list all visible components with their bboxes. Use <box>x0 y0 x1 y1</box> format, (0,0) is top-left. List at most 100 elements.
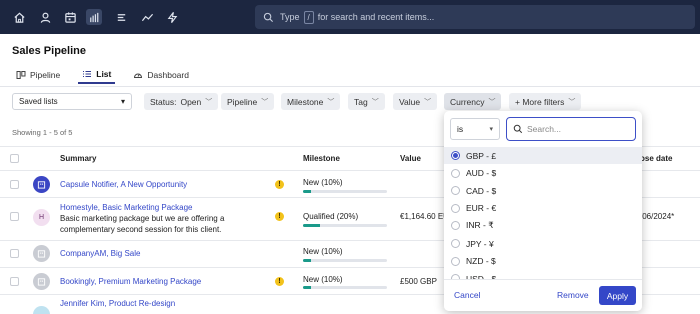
currency-search-input[interactable]: Search... <box>506 117 636 141</box>
milestone-filter[interactable]: Milestone ﹀ <box>281 93 341 110</box>
tag-filter-label: Tag <box>354 96 368 107</box>
currency-option-label: INR - ₹ <box>466 220 494 231</box>
column-header-value[interactable]: Value <box>400 154 421 163</box>
company-icon <box>37 278 46 286</box>
radio-button[interactable] <box>451 203 460 213</box>
opportunity-link[interactable]: Homestyle, Basic Marketing Package <box>60 203 193 212</box>
warning-icon[interactable]: ! <box>275 277 284 286</box>
select-all-checkbox[interactable] <box>10 154 19 163</box>
currency-option[interactable]: INR - ₹ <box>444 217 642 234</box>
pipeline-filter-label: Pipeline <box>227 96 258 107</box>
radio-button[interactable] <box>451 186 460 196</box>
warning-icon[interactable]: ! <box>275 180 284 189</box>
status-filter-value: Open <box>180 96 202 107</box>
currency-filter-dropdown: is ▾ Search... GBP - £ AUD - $ CAD - $ EUR … <box>444 111 642 311</box>
currency-option[interactable]: EUR - € <box>444 200 642 217</box>
chevron-down-icon: ﹀ <box>261 98 269 106</box>
opportunity-link[interactable]: Jennifer Kim, Product Re-design <box>60 299 175 308</box>
pipeline-icon[interactable] <box>86 9 102 25</box>
more-filters-button[interactable]: + More filters ﹀ <box>509 93 582 110</box>
currency-option-label: NZD - $ <box>466 256 496 267</box>
tab-label: List <box>96 69 112 79</box>
tab-dashboard[interactable]: Dashboard <box>129 66 193 84</box>
home-icon[interactable] <box>11 9 27 25</box>
search-icon <box>513 124 523 134</box>
tabs-divider <box>0 86 700 87</box>
chevron-down-icon: ﹀ <box>205 98 213 106</box>
currency-option-label: CAD - $ <box>466 185 497 196</box>
milestone-label: New (10%) <box>303 275 343 284</box>
milestone-progress-bar <box>303 190 387 193</box>
more-filters-label: + More filters <box>515 96 565 107</box>
board-icon <box>16 71 26 79</box>
currency-option-label: GBP - £ <box>466 150 497 161</box>
milestone-progress-bar <box>303 259 387 262</box>
tab-pipeline[interactable]: Pipeline <box>12 66 64 84</box>
company-icon <box>37 250 46 258</box>
user-icon[interactable] <box>37 9 53 25</box>
chevron-down-icon: ▾ <box>489 126 493 133</box>
column-header-summary[interactable]: Summary <box>60 154 96 163</box>
page-title: Sales Pipeline <box>12 45 86 57</box>
row-checkbox[interactable] <box>10 277 19 286</box>
radio-button[interactable] <box>451 151 460 160</box>
status-filter[interactable]: Status: Open ﹀ <box>144 93 219 110</box>
currency-option[interactable]: CAD - $ <box>444 182 642 199</box>
bolt-icon[interactable] <box>164 9 180 25</box>
milestone-progress-bar <box>303 286 387 289</box>
search-icon <box>263 12 274 22</box>
operator-select[interactable]: is ▾ <box>450 118 500 140</box>
opportunity-link[interactable]: Bookingly, Premium Marketing Package <box>60 277 201 286</box>
radio-button[interactable] <box>451 239 460 248</box>
close-date-cell: /06/2024* <box>640 212 675 221</box>
global-search-input[interactable]: Type / for search and recent items... <box>255 5 695 29</box>
tab-label: Pipeline <box>30 70 61 80</box>
apply-button[interactable]: Apply <box>599 286 636 305</box>
tag-filter[interactable]: Tag ﹀ <box>348 93 385 110</box>
dropdown-footer: Cancel Remove Apply <box>444 279 642 311</box>
cancel-button[interactable]: Cancel <box>454 290 480 300</box>
gauge-icon <box>134 73 143 78</box>
pipeline-filter[interactable]: Pipeline ﹀ <box>221 93 275 110</box>
currency-option[interactable]: GBP - £ <box>444 147 642 164</box>
avatar <box>33 306 50 314</box>
view-tabs: Pipeline List Dashboard <box>12 66 193 86</box>
currency-filter[interactable]: Currency ﹀ <box>444 93 502 110</box>
currency-option-label: AUD - $ <box>466 168 497 179</box>
milestone-progress-bar <box>303 224 387 227</box>
value-filter-label: Value <box>399 96 421 107</box>
currency-option[interactable]: AUD - $ <box>444 165 642 182</box>
milestone-label: New (10%) <box>303 178 343 187</box>
tab-list[interactable]: List <box>78 66 116 84</box>
column-header-milestone[interactable]: Milestone <box>303 154 340 163</box>
currency-option[interactable]: JPY - ¥ <box>444 235 642 252</box>
list-icon <box>83 71 92 77</box>
radio-button[interactable] <box>451 256 460 266</box>
row-checkbox[interactable] <box>10 180 19 189</box>
opportunity-link[interactable]: CompanyAM, Big Sale <box>60 249 140 258</box>
warning-icon[interactable]: ! <box>275 212 284 221</box>
chevron-down-icon: ﹀ <box>568 98 576 106</box>
calendar-icon[interactable] <box>62 9 78 25</box>
value-filter[interactable]: Value ﹀ <box>393 93 438 110</box>
saved-lists-select[interactable]: Saved lists ▾ <box>12 93 132 110</box>
row-checkbox[interactable] <box>10 212 19 221</box>
top-navigation-bar: Type / for search and recent items... <box>0 0 700 34</box>
opportunity-link[interactable]: Capsule Notifier, A New Opportunity <box>60 180 187 189</box>
search-shortcut-key: / <box>303 10 314 24</box>
currency-option-label: JPY - ¥ <box>466 238 494 249</box>
avatar <box>33 273 50 290</box>
row-checkbox[interactable] <box>10 249 19 258</box>
trend-icon[interactable] <box>139 9 155 25</box>
remove-button[interactable]: Remove <box>557 290 589 300</box>
radio-button[interactable] <box>451 221 460 231</box>
chevron-down-icon: ﹀ <box>488 98 496 106</box>
list-icon[interactable] <box>113 9 129 25</box>
value-cell: £500 GBP <box>400 277 437 286</box>
currency-option[interactable]: NZD - $ <box>444 253 642 270</box>
column-header-close-date[interactable]: ose date <box>640 154 672 163</box>
operator-value: is <box>457 124 464 134</box>
search-placeholder: for search and recent items... <box>317 12 435 22</box>
results-count: Showing 1 - 5 of 5 <box>12 128 73 137</box>
radio-button[interactable] <box>451 168 460 178</box>
